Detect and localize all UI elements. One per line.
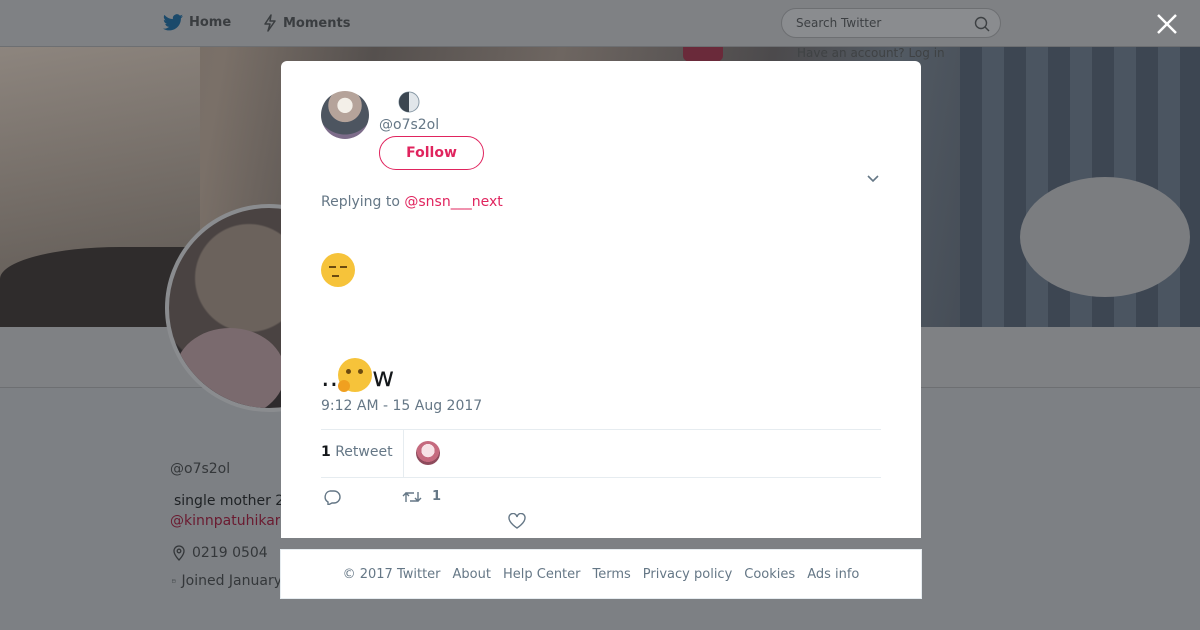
tweet-timestamp[interactable]: 9:12 AM - 15 Aug 2017: [321, 398, 482, 414]
footer-link-privacy[interactable]: Privacy policy: [643, 567, 732, 582]
tweet-author-handle[interactable]: @o7s2ol: [379, 117, 439, 133]
profile-bio-link[interactable]: @kinnpatuhikari: [170, 513, 280, 529]
footer-copyright: © 2017 Twitter: [342, 566, 441, 582]
search-icon[interactable]: [974, 16, 990, 32]
nav-moments-label: Moments: [283, 15, 351, 31]
retweet-stat[interactable]: 1 Retweet: [321, 444, 393, 460]
retweet-label: Retweet: [335, 444, 393, 460]
footer-link-ads-info[interactable]: Ads info: [807, 567, 859, 582]
heart-icon: [508, 513, 526, 529]
unamused-face-icon: [321, 253, 355, 287]
nav-moments[interactable]: Moments: [263, 14, 350, 32]
lightning-icon: [264, 14, 276, 32]
footer-link-help-center[interactable]: Help Center: [503, 567, 581, 582]
top-navigation: Home Moments: [0, 0, 1200, 47]
have-account-link[interactable]: Have an account? Log in: [797, 46, 945, 60]
location-pin-icon: [173, 545, 185, 561]
close-icon[interactable]: [1155, 12, 1179, 36]
profile-location: 0219 0504: [172, 545, 268, 561]
nav-home-label: Home: [189, 15, 232, 30]
profile-joined: Joined January: [172, 573, 282, 589]
tweet-author-avatar[interactable]: [321, 91, 369, 139]
chevron-down-icon[interactable]: [865, 171, 881, 187]
footer-link-about[interactable]: About: [453, 567, 491, 582]
footer: © 2017 Twitter About Help Center Terms P…: [280, 549, 922, 599]
replying-prefix: Replying to: [321, 194, 405, 210]
half-moon-icon: [398, 91, 420, 113]
reply-icon: [324, 490, 341, 505]
replying-to: Replying to @snsn___next: [321, 194, 503, 210]
profile-location-text: 0219 0504: [192, 545, 268, 561]
nav-home[interactable]: Home: [163, 14, 231, 31]
profile-handle: @o7s2ol: [170, 461, 231, 477]
retweet-action-count: 1: [432, 489, 442, 504]
replying-to-link[interactable]: @snsn___next: [404, 194, 502, 210]
tweet-line-4-suffix: w: [372, 362, 395, 393]
retweet-button[interactable]: 1: [402, 489, 441, 504]
footer-link-terms[interactable]: Terms: [593, 567, 631, 582]
calendar-icon: [172, 579, 176, 583]
search-input[interactable]: [794, 15, 968, 31]
retweeter-avatar[interactable]: [416, 441, 440, 465]
stat-divider: [403, 430, 404, 477]
twitter-bird-icon: [163, 14, 183, 31]
retweet-icon: [402, 491, 422, 502]
like-button[interactable]: [508, 513, 526, 529]
profile-bio: single mother 2: [174, 493, 284, 509]
footer-link-cookies[interactable]: Cookies: [744, 567, 795, 582]
tweet-stats: 1 Retweet: [321, 429, 881, 478]
retweet-count: 1: [321, 444, 331, 460]
follow-button[interactable]: Follow: [379, 136, 484, 170]
tweet-text: .. w: [321, 219, 881, 395]
thinking-face-icon: [338, 358, 373, 392]
search-box: [781, 8, 1001, 38]
profile-joined-text: Joined January: [181, 573, 282, 589]
tweet-modal: @o7s2ol Follow Replying to @snsn___next …: [281, 61, 921, 538]
reply-button[interactable]: [323, 489, 341, 505]
tweet-line-4: ..: [321, 362, 339, 393]
